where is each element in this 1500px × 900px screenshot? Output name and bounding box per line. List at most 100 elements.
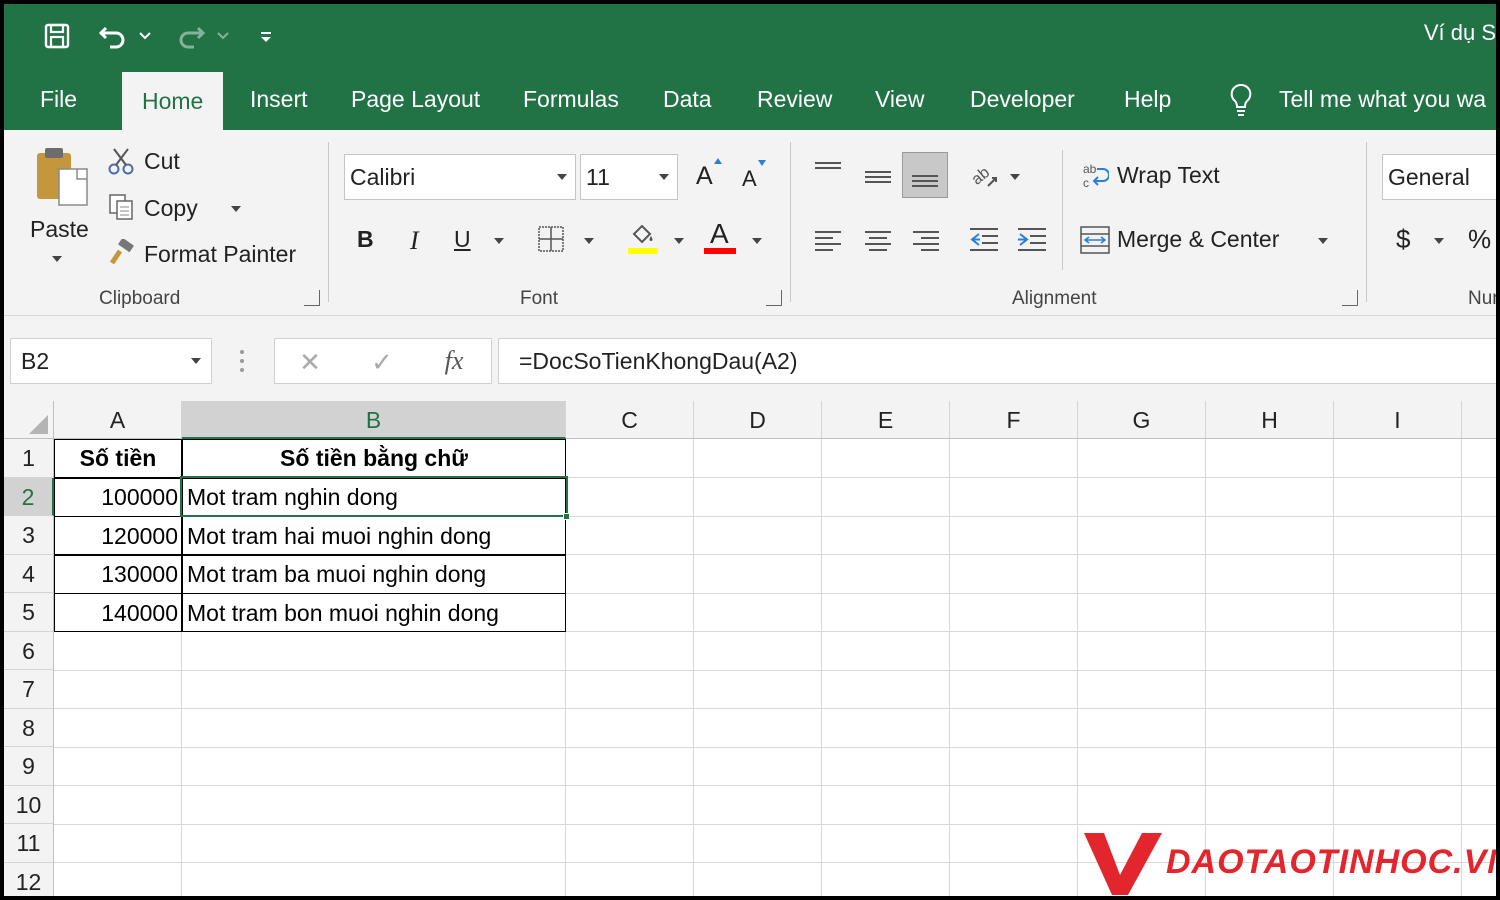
increase-indent-icon[interactable] (1014, 222, 1050, 258)
scissors-icon (106, 146, 136, 176)
decrease-indent-icon[interactable] (966, 222, 1002, 258)
tab-formulas[interactable]: Formulas (523, 68, 619, 130)
row-header-12[interactable]: 12 (4, 862, 54, 896)
fill-color-icon[interactable] (626, 220, 660, 256)
font-name-combo[interactable]: Calibri (344, 154, 576, 200)
font-launcher-icon[interactable] (766, 290, 782, 306)
underline-button[interactable]: U (454, 226, 471, 253)
chevron-down-icon[interactable] (191, 358, 201, 364)
column-header-e[interactable]: E (822, 401, 950, 439)
select-all-button[interactable] (4, 401, 54, 439)
cell-a1[interactable]: Số tiền (54, 439, 182, 478)
column-header-f[interactable]: F (950, 401, 1078, 439)
paste-dropdown-icon[interactable] (52, 256, 62, 262)
redo-dropdown-icon[interactable] (216, 16, 230, 56)
row-header-5[interactable]: 5 (4, 593, 54, 632)
column-header-b[interactable]: B (182, 401, 566, 439)
currency-button[interactable]: $ (1396, 224, 1410, 255)
cell-a3[interactable]: 120000 (54, 517, 182, 556)
tab-developer[interactable]: Developer (970, 68, 1075, 130)
row-header-1[interactable]: 1 (4, 439, 54, 478)
row-header-7[interactable]: 7 (4, 670, 54, 709)
fill-handle[interactable] (563, 513, 570, 520)
tab-file[interactable]: File (40, 68, 77, 130)
align-center-icon[interactable] (860, 222, 896, 258)
orientation-dropdown-icon[interactable] (1010, 174, 1020, 180)
increase-font-size-button[interactable]: A (696, 162, 713, 191)
column-header-d[interactable]: D (694, 401, 822, 439)
cell-a2[interactable]: 100000 (54, 478, 182, 517)
column-header-g[interactable]: G (1078, 401, 1206, 439)
tell-me-search[interactable]: Tell me what you wa (1279, 68, 1486, 130)
font-size-combo[interactable]: 11 (580, 154, 678, 200)
tab-review[interactable]: Review (757, 68, 832, 130)
tab-insert[interactable]: Insert (250, 68, 308, 130)
borders-dropdown-icon[interactable] (584, 238, 594, 244)
row-header-4[interactable]: 4 (4, 554, 54, 593)
paste-icon[interactable] (32, 144, 92, 210)
redo-icon[interactable] (172, 16, 208, 56)
align-left-icon[interactable] (810, 222, 846, 258)
fill-color-dropdown-icon[interactable] (674, 238, 684, 244)
currency-dropdown-icon[interactable] (1434, 238, 1444, 244)
save-icon[interactable] (40, 16, 74, 56)
cell-b1[interactable]: Số tiền bằng chữ (182, 439, 566, 478)
column-header-c[interactable]: C (566, 401, 694, 439)
number-format-combo[interactable]: General (1382, 154, 1496, 200)
drag-handle-icon[interactable] (236, 346, 248, 376)
row-header-8[interactable]: 8 (4, 708, 54, 747)
column-header-a[interactable]: A (54, 401, 182, 439)
tab-view[interactable]: View (875, 68, 924, 130)
copy-dropdown-icon[interactable] (231, 206, 241, 212)
tab-help[interactable]: Help (1124, 68, 1171, 130)
row-header-9[interactable]: 9 (4, 747, 54, 786)
cell-b3[interactable]: Mot tram hai muoi nghin dong (182, 517, 566, 556)
font-color-dropdown-icon[interactable] (752, 238, 762, 244)
row-header-2[interactable]: 2 (4, 477, 54, 516)
cell-a4[interactable]: 130000 (54, 555, 182, 594)
percent-button[interactable]: % (1468, 224, 1491, 255)
copy-button[interactable]: Copy (144, 195, 198, 222)
undo-icon[interactable] (96, 16, 132, 56)
top-align-icon[interactable] (810, 152, 846, 188)
middle-align-icon[interactable] (860, 158, 896, 194)
column-header-h[interactable]: H (1206, 401, 1334, 439)
insert-function-icon[interactable]: fx (437, 345, 471, 377)
ribbon-home: Paste Cut Copy Format Painter Clipboard … (4, 130, 1496, 316)
tab-data[interactable]: Data (663, 68, 712, 130)
paste-button[interactable]: Paste (30, 216, 89, 243)
column-header-i[interactable]: I (1334, 401, 1462, 439)
row-header-10[interactable]: 10 (4, 785, 54, 824)
merge-dropdown-icon[interactable] (1318, 238, 1328, 244)
row-header-11[interactable]: 11 (4, 824, 54, 863)
row-header-3[interactable]: 3 (4, 516, 54, 555)
format-painter-button[interactable]: Format Painter (144, 241, 296, 268)
cell-a5[interactable]: 140000 (54, 594, 182, 633)
undo-dropdown-icon[interactable] (138, 16, 152, 56)
cell-b5[interactable]: Mot tram bon muoi nghin dong (182, 594, 566, 633)
borders-icon[interactable] (536, 224, 566, 254)
align-right-icon[interactable] (908, 222, 944, 258)
row-header-6[interactable]: 6 (4, 631, 54, 670)
decrease-font-size-button[interactable]: A (742, 166, 757, 192)
merge-center-button[interactable]: Merge & Center (1117, 226, 1279, 253)
cell-b4[interactable]: Mot tram ba muoi nghin dong (182, 555, 566, 594)
alignment-launcher-icon[interactable] (1342, 290, 1358, 306)
wrap-text-button[interactable]: Wrap Text (1117, 162, 1220, 189)
cancel-icon[interactable]: ✕ (295, 347, 325, 377)
column-header-j[interactable] (1462, 401, 1496, 439)
bold-button[interactable]: B (357, 226, 374, 253)
font-color-button[interactable]: A (710, 218, 729, 250)
formula-input[interactable]: =DocSoTienKhongDau(A2) (498, 338, 1496, 384)
italic-button[interactable]: I (410, 226, 419, 256)
underline-dropdown-icon[interactable] (494, 238, 504, 244)
enter-icon[interactable]: ✓ (367, 347, 397, 377)
orientation-icon[interactable]: ab (966, 158, 1002, 194)
tab-page-layout[interactable]: Page Layout (351, 68, 480, 130)
tab-home[interactable]: Home (122, 72, 224, 130)
bottom-align-icon[interactable] (902, 152, 948, 198)
name-box[interactable]: B2 (10, 338, 212, 384)
customize-icon[interactable] (256, 16, 276, 56)
clipboard-launcher-icon[interactable] (304, 290, 320, 306)
cut-button[interactable]: Cut (144, 148, 180, 175)
